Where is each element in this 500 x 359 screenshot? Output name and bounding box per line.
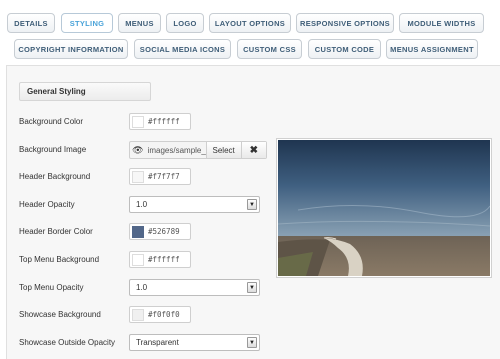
tab-details[interactable]: DETAILS — [7, 13, 55, 33]
color-swatch[interactable] — [132, 253, 144, 266]
image-path-value: images/sample_ — [147, 145, 206, 155]
tab-layout-options[interactable]: LAYOUT OPTIONS — [209, 13, 291, 33]
tab-custom-code[interactable]: CUSTOM CODE — [308, 39, 381, 59]
tab-styling[interactable]: STYLING — [61, 13, 113, 33]
color-hex-value: #f7f7f7 — [148, 172, 180, 181]
landscape-image — [277, 140, 491, 276]
background-color-label: Background Color — [19, 117, 84, 126]
top-menu-opacity-label: Top Menu Opacity — [19, 283, 84, 292]
select-value: Transparent — [136, 338, 179, 347]
header-opacity-label: Header Opacity — [19, 200, 75, 209]
color-swatch[interactable] — [132, 308, 144, 321]
styling-panel: General Styling Background Color #ffffff… — [6, 65, 500, 359]
tab-menus-assignment[interactable]: MENUS ASSIGNMENT — [386, 39, 478, 59]
tab-copyright-information[interactable]: COPYRIGHT INFORMATION — [14, 39, 128, 59]
header-background-label: Header Background — [19, 172, 91, 181]
top-menu-background-field[interactable]: #ffffff — [129, 251, 191, 268]
tab-social-media-icons[interactable]: SOCIAL MEDIA ICONS — [134, 39, 231, 59]
header-background-field[interactable]: #f7f7f7 — [129, 168, 191, 185]
section-title: General Styling — [19, 82, 151, 101]
color-hex-value: #f0f0f0 — [148, 310, 180, 319]
background-image-preview — [276, 138, 492, 278]
select-value: 1.0 — [136, 200, 148, 209]
select-value: 1.0 — [136, 283, 148, 292]
color-hex-value: #ffffff — [148, 255, 180, 264]
tab-bar: DETAILS STYLING MENUS LOGO LAYOUT OPTION… — [0, 0, 500, 65]
clear-image-button[interactable]: ✖ — [240, 142, 266, 158]
header-opacity-select[interactable]: 1.0 ▼ — [129, 196, 260, 213]
background-image-label: Background Image — [19, 145, 87, 154]
chevron-down-icon[interactable]: ▼ — [247, 337, 257, 348]
background-image-field: 👁 images/sample_ Select ✖ — [129, 141, 267, 159]
tab-custom-css[interactable]: CUSTOM CSS — [237, 39, 302, 59]
top-menu-background-label: Top Menu Background — [19, 255, 100, 264]
chevron-down-icon[interactable]: ▼ — [247, 282, 257, 293]
color-swatch[interactable] — [132, 225, 144, 238]
tab-module-widths[interactable]: MODULE WIDTHS — [399, 13, 484, 33]
color-swatch[interactable] — [132, 115, 144, 128]
select-image-button[interactable]: Select — [205, 142, 241, 158]
showcase-background-label: Showcase Background — [19, 310, 101, 319]
color-swatch[interactable] — [132, 170, 144, 183]
background-color-field[interactable]: #ffffff — [129, 113, 191, 130]
color-hex-value: #526789 — [148, 227, 180, 236]
top-menu-opacity-select[interactable]: 1.0 ▼ — [129, 279, 260, 296]
color-hex-value: #ffffff — [148, 117, 180, 126]
showcase-outside-opacity-label: Showcase Outside Opacity — [19, 338, 116, 347]
tab-menus[interactable]: MENUS — [118, 13, 161, 33]
showcase-background-field[interactable]: #f0f0f0 — [129, 306, 191, 323]
tab-responsive-options[interactable]: RESPONSIVE OPTIONS — [296, 13, 394, 33]
chevron-down-icon[interactable]: ▼ — [247, 199, 257, 210]
showcase-outside-opacity-select[interactable]: Transparent ▼ — [129, 334, 260, 351]
tab-logo[interactable]: LOGO — [166, 13, 204, 33]
header-border-color-field[interactable]: #526789 — [129, 223, 191, 240]
eye-icon[interactable]: 👁 — [130, 145, 146, 156]
header-border-color-label: Header Border Color — [19, 227, 93, 236]
